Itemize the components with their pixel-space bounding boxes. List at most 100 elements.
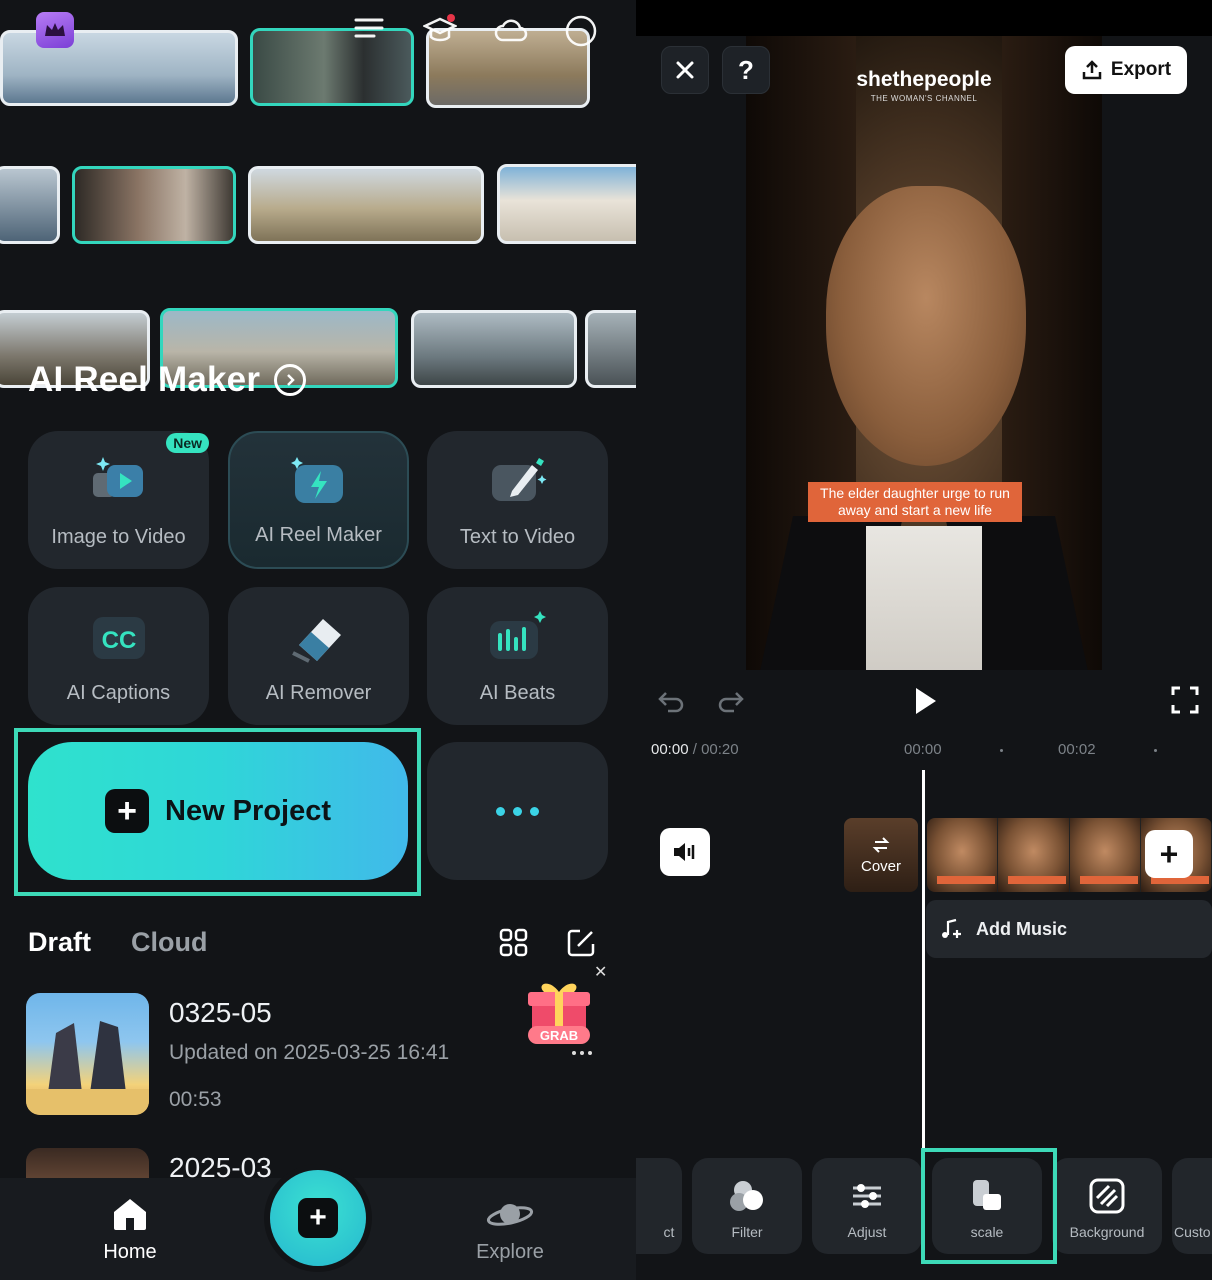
timeline-mark: 00:00 bbox=[904, 741, 942, 758]
background-icon bbox=[1089, 1178, 1125, 1214]
home-icon bbox=[114, 1199, 146, 1230]
video-frame-part bbox=[866, 526, 982, 670]
image-to-video-icon bbox=[92, 457, 143, 497]
tool-image-to-video[interactable]: New Image to Video bbox=[28, 431, 209, 569]
dot-icon bbox=[513, 806, 522, 816]
collage-thumb bbox=[0, 166, 60, 244]
dot-icon bbox=[530, 806, 539, 816]
planet-icon bbox=[486, 1204, 534, 1226]
highlight-frame bbox=[921, 1148, 1057, 1264]
tool-label: Image to Video bbox=[51, 526, 186, 548]
gift-promo-icon[interactable]: GRAB bbox=[524, 976, 594, 1056]
tool-label: AI Captions bbox=[66, 682, 171, 704]
tool-label: Text to Video bbox=[459, 526, 576, 548]
new-project-button[interactable]: + New Project bbox=[28, 742, 408, 880]
cover-label: Cover bbox=[860, 857, 901, 875]
svg-text:CC: CC bbox=[101, 627, 136, 654]
project-updated: Updated on 2025-03-25 16:41 bbox=[169, 1041, 450, 1064]
close-icon bbox=[676, 61, 694, 79]
tool-label: AI Beats bbox=[479, 682, 556, 704]
export-button[interactable]: Export bbox=[1065, 46, 1187, 94]
close-button[interactable] bbox=[661, 46, 709, 94]
play-icon[interactable] bbox=[910, 685, 940, 717]
video-preview[interactable]: shethepeople THE WOMAN'S CHANNEL The eld… bbox=[746, 36, 1102, 670]
tool-label: Adjust bbox=[847, 1224, 887, 1240]
tool-ai-reel-maker[interactable]: AI Reel Maker bbox=[228, 431, 409, 569]
ai-reel-maker-heading[interactable]: AI Reel Maker bbox=[28, 360, 307, 400]
edit-icon[interactable] bbox=[566, 928, 596, 958]
close-icon[interactable]: ✕ bbox=[594, 962, 607, 982]
grid-view-icon[interactable] bbox=[499, 928, 529, 958]
export-label: Export bbox=[1110, 59, 1172, 80]
nav-explore[interactable]: Explore bbox=[470, 1196, 550, 1264]
fullscreen-icon[interactable] bbox=[1170, 685, 1200, 715]
cover-button[interactable]: Cover bbox=[844, 818, 918, 892]
video-caption[interactable]: The elder daughter urge to run away and … bbox=[808, 482, 1022, 522]
tool-label: AI Remover bbox=[265, 682, 372, 704]
tool-filter[interactable]: Filter bbox=[692, 1158, 802, 1254]
filter-icon bbox=[730, 1181, 763, 1211]
collage-thumb bbox=[411, 310, 577, 388]
tool-partial-right[interactable]: Custo bbox=[1172, 1158, 1212, 1254]
timeline-tick bbox=[1154, 749, 1157, 752]
video-frame-part bbox=[826, 186, 1026, 466]
undo-icon[interactable] bbox=[656, 685, 686, 715]
playhead[interactable] bbox=[922, 770, 925, 1150]
create-button[interactable]: + bbox=[270, 1170, 366, 1266]
current-time: 00:00 bbox=[651, 741, 689, 758]
tool-label: ct bbox=[663, 1224, 675, 1240]
help-icon: ? bbox=[738, 54, 754, 85]
redo-icon[interactable] bbox=[716, 685, 746, 715]
collage-thumb bbox=[72, 166, 236, 244]
timeline-mark: 00:02 bbox=[1058, 741, 1096, 758]
project-thumbnail[interactable] bbox=[26, 993, 149, 1115]
timeline-tick bbox=[1000, 749, 1003, 752]
adjust-icon bbox=[853, 1184, 881, 1208]
tool-ai-beats[interactable]: AI Beats bbox=[427, 587, 608, 725]
collage-thumb bbox=[497, 164, 636, 244]
editor-panel: shethepeople THE WOMAN'S CHANNEL The eld… bbox=[636, 0, 1212, 1280]
tool-partial-left[interactable]: ct bbox=[636, 1158, 682, 1254]
graduation-cap-icon[interactable] bbox=[423, 14, 457, 48]
settings-icon[interactable] bbox=[564, 14, 598, 48]
project-name[interactable]: 0325-05 bbox=[169, 997, 272, 1029]
more-tools-button[interactable] bbox=[427, 742, 608, 880]
collage-thumb bbox=[585, 310, 636, 388]
music-add-icon bbox=[942, 918, 961, 938]
tool-ai-remover[interactable]: AI Remover bbox=[228, 587, 409, 725]
plus-icon: + bbox=[1159, 835, 1179, 872]
add-music-button[interactable]: Add Music bbox=[926, 900, 1212, 958]
gift-label: GRAB bbox=[540, 1028, 578, 1043]
beats-icon bbox=[489, 611, 546, 659]
nav-home-label: Home bbox=[103, 1241, 157, 1263]
tab-draft[interactable]: Draft bbox=[28, 927, 91, 958]
tool-label: Filter bbox=[731, 1224, 763, 1240]
list-icon[interactable] bbox=[352, 14, 386, 48]
add-clip-button[interactable]: + bbox=[1145, 830, 1193, 878]
mute-button[interactable] bbox=[660, 828, 710, 876]
tool-label: Background bbox=[1069, 1224, 1145, 1240]
project-duration: 00:53 bbox=[169, 1088, 222, 1111]
watermark-sub: THE WOMAN'S CHANNEL bbox=[870, 94, 978, 103]
collage-thumb bbox=[248, 166, 484, 244]
watermark-brand: shethepeople bbox=[856, 68, 992, 91]
nav-home[interactable]: Home bbox=[100, 1196, 160, 1264]
cc-icon: CC bbox=[92, 617, 145, 659]
premium-crown-icon[interactable] bbox=[36, 12, 74, 48]
total-time: 00:20 bbox=[701, 741, 739, 758]
tab-cloud[interactable]: Cloud bbox=[131, 927, 207, 958]
tool-ai-captions[interactable]: CC AI Captions bbox=[28, 587, 209, 725]
cloud-icon[interactable] bbox=[494, 14, 528, 48]
help-button[interactable]: ? bbox=[722, 46, 770, 94]
new-project-label: New Project bbox=[165, 794, 331, 827]
reel-maker-icon bbox=[290, 457, 343, 503]
time-display: 00:00 / 00:20 bbox=[651, 741, 739, 758]
screen: AI Reel Maker New Image to Video AI Reel… bbox=[0, 0, 1212, 1280]
tool-text-to-video[interactable]: Text to Video bbox=[427, 431, 608, 569]
tool-background[interactable]: Background bbox=[1052, 1158, 1162, 1254]
clip-frame bbox=[927, 818, 999, 892]
text-to-video-icon bbox=[491, 458, 546, 501]
dot-icon bbox=[496, 806, 505, 816]
collage-thumb bbox=[250, 28, 414, 106]
tool-adjust[interactable]: Adjust bbox=[812, 1158, 922, 1254]
